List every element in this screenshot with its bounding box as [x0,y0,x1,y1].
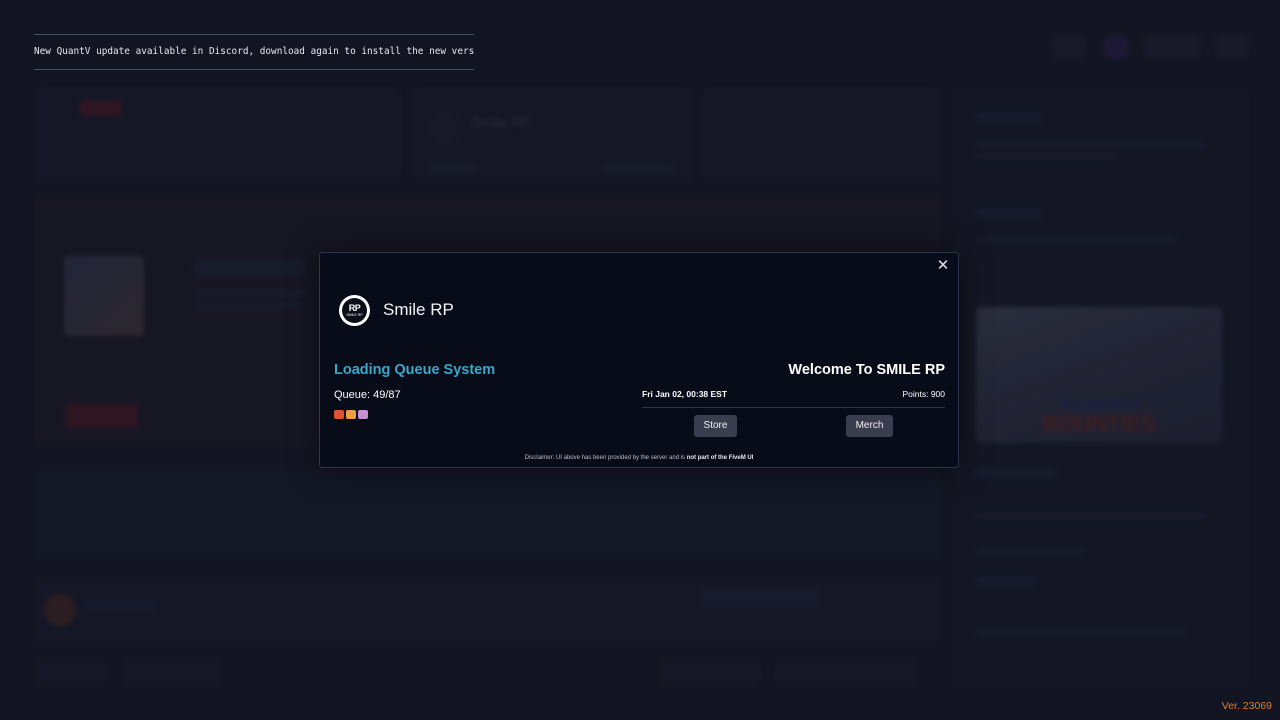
fivem-screen: Smile RP WANTED DEAD BOUNTIES New QuantV… [0,0,1280,720]
welcome-heading: Welcome To SMILE RP [788,362,945,378]
server-logo-mark: RP SMILE RP [342,298,367,323]
server-loading-modal: ✕ RP SMILE RP Smile RP Loading Queue Sys… [319,252,959,468]
server-logo: RP SMILE RP [339,295,370,326]
server-logo-subtext: SMILE RP [346,313,363,317]
close-icon: ✕ [936,257,950,274]
emoji-icon [346,410,356,419]
server-logo-text: RP [348,303,361,313]
divider [642,407,945,408]
update-notification: New QuantV update available in Discord, … [34,34,474,70]
merch-button[interactable]: Merch [846,415,893,437]
emoji-icon [334,410,344,419]
disclaimer: Disclaimer: UI above has been provided b… [320,455,958,461]
queue-emoji-row [334,410,368,419]
points-counter: Points: 900 [902,389,945,399]
close-button[interactable]: ✕ [935,258,951,274]
server-name: Smile RP [383,300,454,319]
emoji-icon [358,410,368,419]
server-datetime: Fri Jan 02, 00:38 EST [642,389,728,399]
queue-title: Loading Queue System [334,362,496,378]
version-label: Ver. 23069 [1221,700,1272,712]
store-button[interactable]: Store [694,415,737,437]
queue-status: Queue: 49/87 [334,389,401,401]
disclaimer-bold-text: not part of the FiveM UI [686,455,754,461]
disclaimer-text: Disclaimer: UI above has been provided b… [524,455,687,461]
